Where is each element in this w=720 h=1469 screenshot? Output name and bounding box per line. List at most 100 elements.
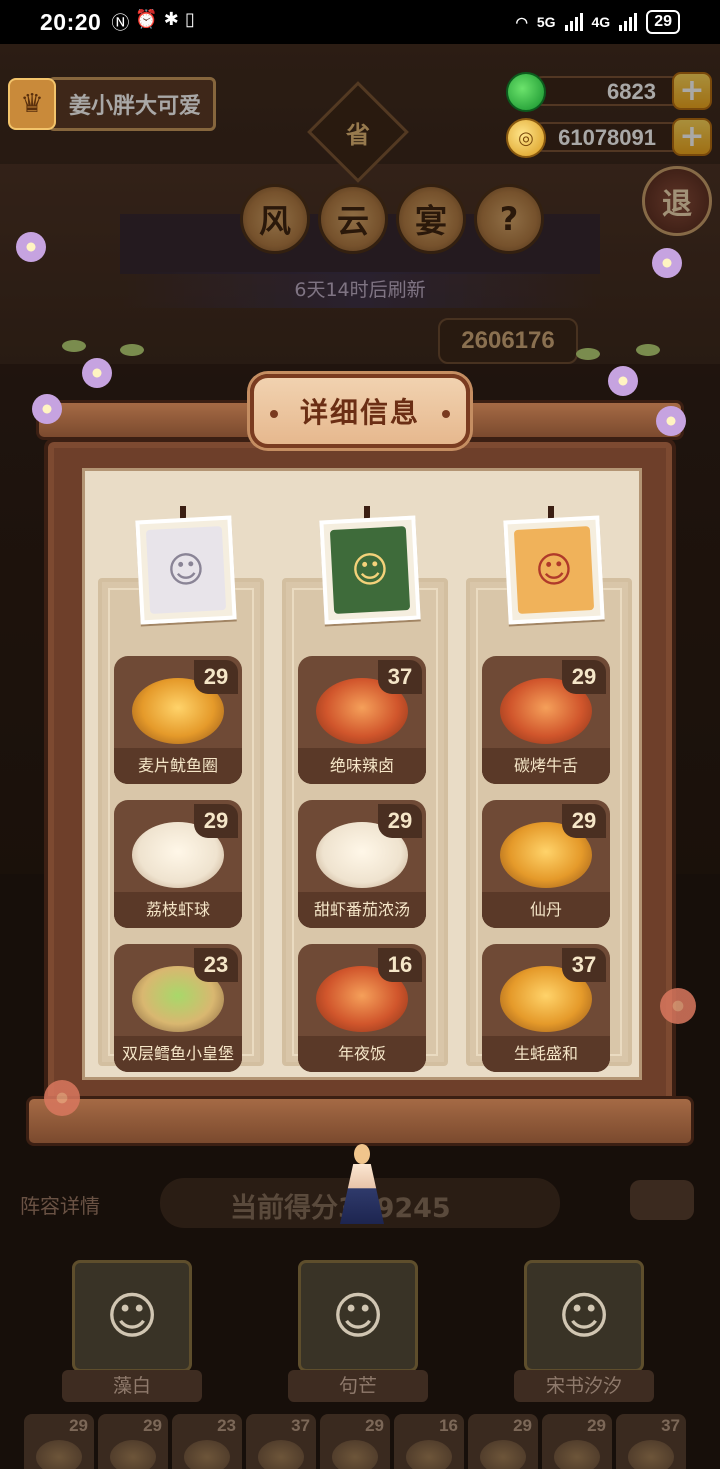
leaf-icon: [120, 344, 144, 356]
chef-column-1: ☺ 29 麦片鱿鱼圈 29 荔枝虾球 23 双层鳕鱼小皇堡: [98, 506, 264, 1072]
mini-dish[interactable]: 29: [98, 1414, 168, 1469]
mini-dish-plate: [554, 1440, 600, 1469]
chef-avatar-icon: ☺: [145, 526, 227, 614]
flower-icon: [32, 394, 62, 424]
blossom-icon: [660, 988, 696, 1024]
leaf-icon: [636, 344, 660, 356]
dish-card[interactable]: 29 荔枝虾球: [114, 800, 242, 928]
dish-name: 生蚝盛和: [482, 1036, 610, 1072]
jade-icon: [506, 72, 546, 112]
network-5g-label: 5G: [536, 14, 556, 30]
dish-count: 29: [194, 804, 238, 838]
dish-card[interactable]: 29 甜虾番茄浓汤: [298, 800, 426, 928]
hero-portrait-3[interactable]: ☺: [524, 1260, 644, 1372]
blossom-icon: [44, 1080, 80, 1116]
chef-avatar-icon: ☺: [329, 526, 411, 614]
dish-card[interactable]: 37 生蚝盛和: [482, 944, 610, 1072]
dish-count: 29: [378, 804, 422, 838]
mini-dish[interactable]: 29: [542, 1414, 612, 1469]
flower-icon: [608, 366, 638, 396]
mini-dish[interactable]: 29: [24, 1414, 94, 1469]
battery-icon: 29: [646, 10, 680, 34]
chef-portrait[interactable]: ☺: [135, 515, 237, 625]
tassel-knot: [354, 1144, 370, 1164]
dish-name: 甜虾番茄浓汤: [298, 892, 426, 928]
game-scene: ♛ 姜小胖大可爱 6823 + ◎ 61078091 + 省 风 云 宴 ? 退…: [0, 44, 720, 1469]
mini-dish-plate: [110, 1440, 156, 1469]
dish-card[interactable]: 23 双层鳕鱼小皇堡: [114, 944, 242, 1072]
leaf-icon: [576, 348, 600, 360]
flower-icon: [656, 406, 686, 436]
network-4g-label: 4G: [591, 14, 611, 30]
status-icons-left: Ⓝ ⏰ ✱ ▯: [111, 9, 194, 35]
dish-count: 16: [378, 948, 422, 982]
mini-dish-count: 29: [69, 1416, 88, 1435]
mini-dish-count: 29: [143, 1416, 162, 1435]
flower-icon: [652, 248, 682, 278]
flower-icon: [82, 358, 112, 388]
status-bar: 20:20 Ⓝ ⏰ ✱ ▯ ◠ 5G 4G 29: [0, 0, 720, 44]
dish-name: 仙丹: [482, 892, 610, 928]
mini-dish-count: 37: [291, 1416, 310, 1435]
hero-portrait-1[interactable]: ☺: [72, 1260, 192, 1372]
mini-dish-plate: [184, 1440, 230, 1469]
chef-avatar-icon: ☺: [513, 526, 595, 614]
dish-name: 绝味辣卤: [298, 748, 426, 784]
rank-badge-icon: ♛: [8, 78, 56, 130]
chef-column-3: ☺ 29 碳烤牛舌 29 仙丹 37 生蚝盛和: [466, 506, 632, 1072]
mini-dish[interactable]: 29: [468, 1414, 538, 1469]
alarm-icon: ⏰: [135, 9, 158, 29]
mini-dish-plate: [628, 1440, 674, 1469]
dish-name: 双层鳕鱼小皇堡: [114, 1036, 242, 1072]
dish-name: 麦片鱿鱼圈: [114, 748, 242, 784]
mini-dish-count: 29: [513, 1416, 532, 1435]
hero-name-3: 宋书汐汐: [514, 1370, 654, 1402]
hero-name-1: 藻白: [62, 1370, 202, 1402]
dish-count: 37: [378, 660, 422, 694]
nfc-icon: Ⓝ: [111, 13, 130, 33]
leaf-icon: [62, 340, 86, 352]
vibrate-icon: ▯: [184, 9, 195, 29]
modal-title: 详细信息: [250, 374, 470, 448]
dish-card[interactable]: 29 碳烤牛舌: [482, 656, 610, 784]
mini-dish[interactable]: 37: [246, 1414, 316, 1469]
flower-icon: [16, 232, 46, 262]
dish-card[interactable]: 29 仙丹: [482, 800, 610, 928]
mini-dish-count: 29: [587, 1416, 606, 1435]
mini-dish-count: 16: [439, 1416, 458, 1435]
side-button[interactable]: [630, 1180, 694, 1220]
chef-portrait[interactable]: ☺: [319, 515, 421, 625]
mini-dish-count: 29: [365, 1416, 384, 1435]
dish-card[interactable]: 37 绝味辣卤: [298, 656, 426, 784]
mini-dish[interactable]: 37: [616, 1414, 686, 1469]
coin-icon: ◎: [506, 118, 546, 158]
dish-count: 29: [562, 660, 606, 694]
lineup-detail-label[interactable]: 阵容详情: [20, 1190, 100, 1219]
dish-strip: 29 29 23 37 29 16 29 29 37: [24, 1414, 686, 1469]
signal-icon: [564, 13, 583, 31]
chef-column-2: ☺ 37 绝味辣卤 29 甜虾番茄浓汤 16 年夜饭: [282, 506, 448, 1072]
mini-dish-count: 37: [661, 1416, 680, 1435]
dish-count: 23: [194, 948, 238, 982]
dish-card[interactable]: 16 年夜饭: [298, 944, 426, 1072]
dish-count: 37: [562, 948, 606, 982]
mini-dish-plate: [406, 1440, 452, 1469]
tassel-ornament: [330, 1144, 394, 1228]
dish-count: 29: [194, 660, 238, 694]
mini-dish-plate: [36, 1440, 82, 1469]
hero-portrait-2[interactable]: ☺: [298, 1260, 418, 1372]
dish-card[interactable]: 29 麦片鱿鱼圈: [114, 656, 242, 784]
mini-dish[interactable]: 29: [320, 1414, 390, 1469]
wifi-icon: ◠: [515, 13, 528, 30]
chef-portrait[interactable]: ☺: [503, 515, 605, 625]
status-icons-right: ◠ 5G 4G 29: [516, 10, 680, 34]
mini-dish-plate: [480, 1440, 526, 1469]
clock: 20:20: [40, 8, 102, 35]
mini-dish[interactable]: 23: [172, 1414, 242, 1469]
mini-dish-plate: [332, 1440, 378, 1469]
dish-name: 碳烤牛舌: [482, 748, 610, 784]
mini-dish[interactable]: 16: [394, 1414, 464, 1469]
dish-name: 年夜饭: [298, 1036, 426, 1072]
dish-count: 29: [562, 804, 606, 838]
scroll-bottom-rail: [26, 1096, 694, 1146]
